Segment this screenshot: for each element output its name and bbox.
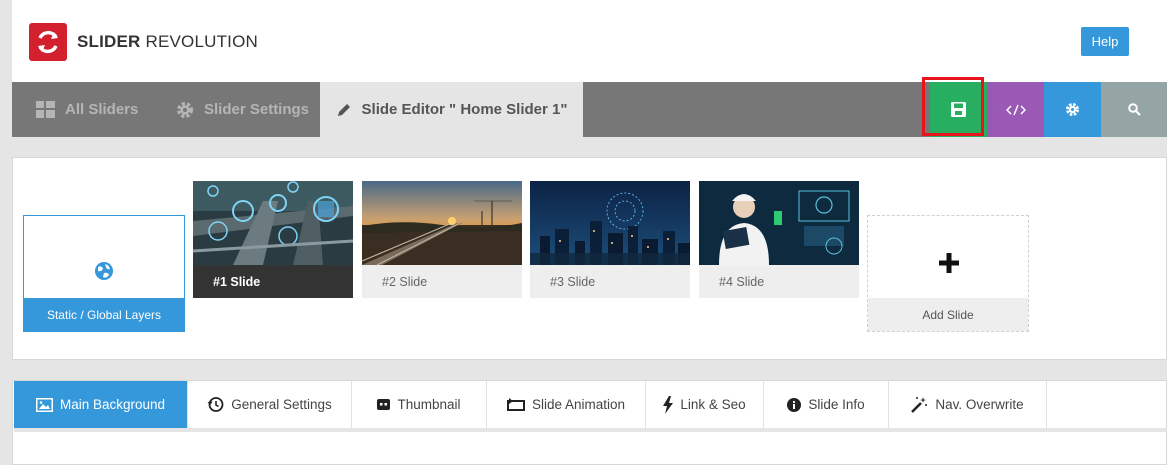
slide-thumbnail-4[interactable]: #4 Slide <box>699 181 859 298</box>
tab-slide-info[interactable]: Slide Info <box>764 381 889 428</box>
grid-icon <box>36 101 55 118</box>
brand-name: SLIDER REVOLUTION <box>77 32 258 52</box>
tab-nav-overwrite-label: Nav. Overwrite <box>935 397 1024 412</box>
main-nav: All Sliders Slider Settings Slide Editor… <box>12 82 1167 137</box>
add-slide-button[interactable]: Add Slide <box>867 215 1029 332</box>
search-button[interactable] <box>1101 82 1167 137</box>
slide-1-image <box>193 181 353 265</box>
static-global-layers-label: Static / Global Layers <box>24 298 184 331</box>
nav-all-sliders-label: All Sliders <box>65 101 139 118</box>
brand-light: REVOLUTION <box>145 32 259 51</box>
slide-2-label: #2 Slide <box>362 265 522 298</box>
code-icon <box>1005 104 1026 115</box>
slide-thumbnail-2[interactable]: #2 Slide <box>362 181 522 298</box>
pencil-icon <box>336 102 352 118</box>
tab-general-settings[interactable]: General Settings <box>188 381 352 428</box>
tab-main-background-label: Main Background <box>59 397 166 412</box>
history-icon <box>207 396 224 413</box>
tab-slide-animation[interactable]: Slide Animation <box>487 381 646 428</box>
slide-3-image <box>530 181 690 265</box>
tab-nav-overwrite[interactable]: Nav. Overwrite <box>889 381 1047 428</box>
search-icon <box>1127 103 1141 116</box>
tab-main-background[interactable]: Main Background <box>14 381 188 428</box>
tab-general-settings-label: General Settings <box>231 397 332 412</box>
globe-icon <box>95 262 113 280</box>
slide-4-label: #4 Slide <box>699 265 859 298</box>
nav-slide-editor-label: Slide Editor " Home Slider 1" <box>361 101 568 118</box>
app-header: SLIDER REVOLUTION <box>12 0 1167 82</box>
tab-thumbnail[interactable]: Thumbnail <box>352 381 487 428</box>
help-button[interactable]: Help <box>1081 27 1129 56</box>
slide-1-label: #1 Slide <box>193 265 353 298</box>
tab-strip-divider <box>14 428 1167 432</box>
tab-link-seo-label: Link & Seo <box>680 397 746 412</box>
brand-bold: SLIDER <box>77 32 141 51</box>
tab-thumbnail-label: Thumbnail <box>397 397 461 412</box>
magic-wand-icon <box>911 396 928 413</box>
tab-slide-info-label: Slide Info <box>808 397 865 412</box>
tab-link-seo[interactable]: Link & Seo <box>646 381 764 428</box>
slide-3-label: #3 Slide <box>530 265 690 298</box>
tab-slide-animation-label: Slide Animation <box>531 397 626 412</box>
nav-slider-settings[interactable]: Slider Settings <box>176 82 309 137</box>
plus-icon <box>939 253 959 273</box>
nav-slider-settings-label: Slider Settings <box>204 101 310 118</box>
nav-all-sliders[interactable]: All Sliders <box>36 82 138 137</box>
gear-icon <box>1066 103 1079 116</box>
slide-2-image <box>362 181 522 265</box>
slide-thumbnail-3[interactable]: #3 Slide <box>530 181 690 298</box>
bolt-icon <box>663 395 674 414</box>
nav-slide-editor[interactable]: Slide Editor " Home Slider 1" <box>320 82 583 137</box>
slide-4-image <box>699 181 859 265</box>
save-button-highlight <box>922 77 984 136</box>
embed-code-button[interactable] <box>987 82 1044 137</box>
animation-icon <box>506 398 525 411</box>
add-slide-label: Add Slide <box>868 298 1028 331</box>
slide-thumbnail-1[interactable]: #1 Slide <box>193 181 353 298</box>
global-settings-button[interactable] <box>1044 82 1101 137</box>
static-global-layers-card[interactable]: Static / Global Layers <box>23 215 185 332</box>
slider-revolution-logo-icon <box>29 23 67 61</box>
gear-icon <box>176 101 194 119</box>
image-icon <box>35 397 53 412</box>
info-icon <box>787 397 802 412</box>
thumbnail-icon <box>377 399 391 410</box>
